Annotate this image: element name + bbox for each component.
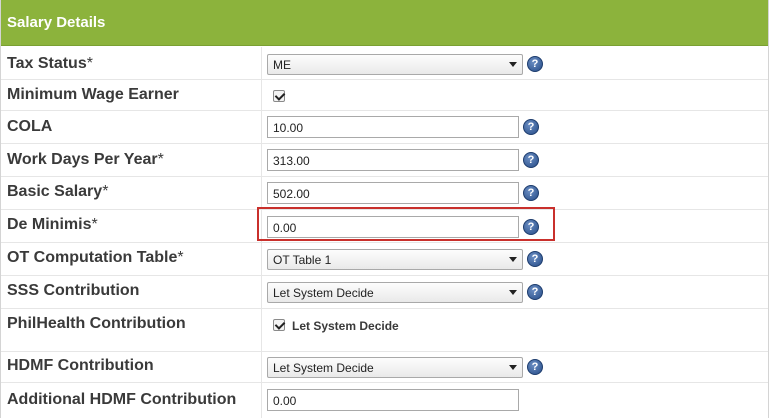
hdmf-label: HDMF Contribution <box>7 357 154 374</box>
row-additional-hdmf: Additional HDMF Contribution 0.00 <box>1 383 768 418</box>
hdmf-select[interactable]: Let System Decide <box>267 357 523 378</box>
chevron-down-icon <box>509 290 517 295</box>
panel-header: Salary Details <box>1 0 768 46</box>
help-icon[interactable]: ? <box>527 251 543 267</box>
philhealth-checkbox[interactable] <box>273 319 285 331</box>
ot-table-value: OT Table 1 <box>273 253 332 267</box>
ot-table-select[interactable]: OT Table 1 <box>267 249 523 270</box>
additional-hdmf-input[interactable]: 0.00 <box>267 389 519 411</box>
tax-status-select[interactable]: ME <box>267 54 523 75</box>
chevron-down-icon <box>509 257 517 262</box>
work-days-label: Work Days Per Year* <box>7 151 164 168</box>
chevron-down-icon <box>509 365 517 370</box>
row-cola: COLA 10.00 ? <box>1 111 768 144</box>
help-icon[interactable]: ? <box>527 56 543 72</box>
tax-status-value: ME <box>273 58 291 72</box>
help-icon[interactable]: ? <box>523 185 539 201</box>
help-icon[interactable]: ? <box>523 119 539 135</box>
row-ot-table: OT Computation Table* OT Table 1 ? <box>1 243 768 276</box>
sss-select[interactable]: Let System Decide <box>267 282 523 303</box>
minimum-wage-label: Minimum Wage Earner <box>7 86 179 103</box>
philhealth-label: PhilHealth Contribution <box>7 315 186 332</box>
sss-label: SSS Contribution <box>7 282 140 299</box>
ot-table-label: OT Computation Table* <box>7 249 184 266</box>
row-hdmf: HDMF Contribution Let System Decide ? <box>1 352 768 383</box>
panel-title: Salary Details <box>7 14 106 31</box>
row-sss: SSS Contribution Let System Decide ? <box>1 276 768 309</box>
hdmf-value: Let System Decide <box>273 361 374 375</box>
row-minimum-wage: Minimum Wage Earner <box>1 80 768 111</box>
row-basic-salary: Basic Salary* 502.00 ? <box>1 177 768 210</box>
help-icon[interactable]: ? <box>527 284 543 300</box>
row-work-days: Work Days Per Year* 313.00 ? <box>1 144 768 177</box>
basic-salary-input[interactable]: 502.00 <box>267 182 519 204</box>
basic-salary-label: Basic Salary* <box>7 183 109 200</box>
cola-label: COLA <box>7 118 53 135</box>
de-minimis-highlight-box <box>257 207 555 241</box>
chevron-down-icon <box>509 62 517 67</box>
help-icon[interactable]: ? <box>527 359 543 375</box>
additional-hdmf-label: Additional HDMF Contribution <box>7 391 237 408</box>
work-days-input[interactable]: 313.00 <box>267 149 519 171</box>
row-tax-status: Tax Status* ME ? <box>1 47 768 80</box>
tax-status-label: Tax Status* <box>7 55 93 72</box>
de-minimis-label: De Minimis* <box>7 216 98 233</box>
sss-value: Let System Decide <box>273 286 374 300</box>
minimum-wage-checkbox[interactable] <box>273 90 285 102</box>
help-icon[interactable]: ? <box>523 152 539 168</box>
salary-details-panel: Salary Details Tax Status* ME ? Minimum … <box>0 0 769 418</box>
row-philhealth: PhilHealth Contribution Let System Decid… <box>1 309 768 352</box>
cola-input[interactable]: 10.00 <box>267 116 519 138</box>
philhealth-checkbox-label[interactable]: Let System Decide <box>292 319 399 333</box>
